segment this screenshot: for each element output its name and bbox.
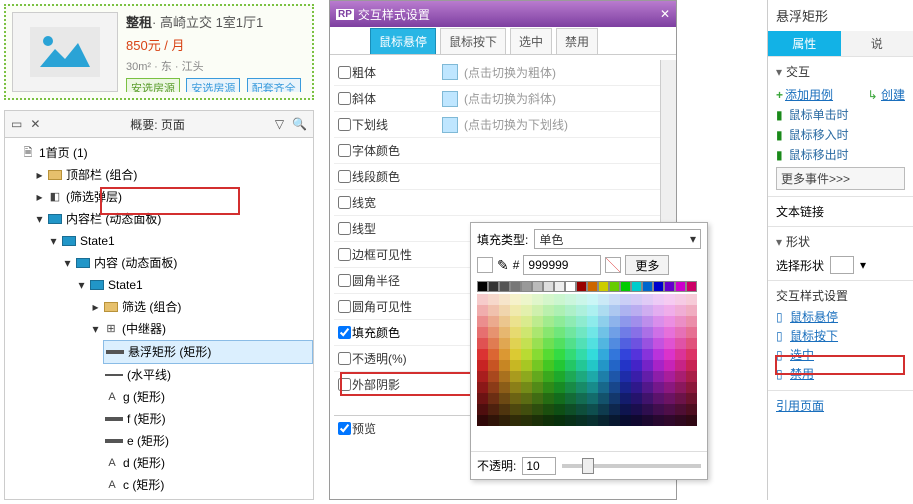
dialog-title: 交互样式设置 [358, 6, 430, 23]
chk-linecolor[interactable] [338, 170, 351, 183]
tree-state1a[interactable]: ▾State1 [47, 230, 313, 252]
listing-subtitle: 30m² · 东 · 江头 [126, 58, 306, 74]
shape-dropdown[interactable] [830, 256, 854, 274]
tag-3: 配套齐全 [247, 78, 301, 92]
more-events-button[interactable]: 更多事件>>> [776, 167, 905, 190]
tab-hover[interactable]: 鼠标悬停 [370, 28, 436, 54]
inspector-panel: 悬浮矩形 属性 说 ▾交互 +添加用例 ↳ 创建 ▮鼠标单击时 ▮鼠标移入时 ▮… [767, 0, 913, 500]
color-swatches[interactable] [471, 281, 707, 426]
dialog-tabs: 鼠标悬停 鼠标按下 选中 禁用 [330, 27, 676, 55]
event-mouseenter[interactable]: ▮鼠标移入时 [776, 126, 905, 143]
tree-state1b[interactable]: ▾State1 [75, 274, 313, 296]
opacity-slider[interactable] [562, 464, 701, 468]
select-shape-label: 选择形状 [776, 257, 824, 274]
more-colors-button[interactable]: 更多 [625, 255, 669, 275]
hex-input[interactable] [523, 255, 601, 275]
section-textlink: 文本链接 [776, 205, 824, 219]
chk-fontcolor[interactable] [338, 144, 351, 157]
intstyle-hover[interactable]: ▯鼠标悬停 [776, 308, 905, 325]
redbox-tree-highlight [100, 187, 240, 215]
tree-hline[interactable]: (水平线) [103, 364, 313, 386]
section-interact: 交互 [786, 63, 810, 80]
listing-price: 850元 / 月 [126, 35, 306, 54]
outline-close-icon[interactable]: ✕ [30, 117, 40, 131]
thumbnail [12, 12, 118, 92]
chk-linestyle[interactable] [338, 222, 351, 235]
close-icon[interactable]: ✕ [660, 7, 670, 21]
chk-bold[interactable] [338, 66, 351, 79]
tree-c[interactable]: Ac (矩形) [103, 474, 313, 496]
section-shape: 形状 [786, 233, 810, 250]
chk-underline[interactable] [338, 118, 351, 131]
add-case-link[interactable]: 添加用例 [785, 88, 833, 102]
tab-mousedown[interactable]: 鼠标按下 [440, 28, 506, 54]
tree-homepage[interactable]: 🗎1首页 (1) [19, 142, 313, 164]
intstyle-down[interactable]: ▯鼠标按下 [776, 327, 905, 344]
fill-type-label: 填充类型: [477, 231, 528, 248]
dialog-titlebar[interactable]: RP 交互样式设置 ✕ [330, 1, 676, 27]
app-logo-icon: RP [336, 9, 354, 20]
fill-type-select[interactable]: 单色▾ [534, 229, 701, 249]
outline-collapse-icon[interactable]: ▭ [11, 117, 22, 131]
tag-2: 安选房源 [186, 78, 240, 92]
tree-b[interactable]: Ab (矩形) [103, 496, 313, 500]
tree-content-dyn[interactable]: ▾内容 (动态面板) [61, 252, 313, 274]
hex-hash: # [513, 258, 520, 272]
section-intstyle: 交互样式设置 [776, 287, 905, 304]
redbox-hover-highlight [775, 355, 905, 375]
event-mouseleave[interactable]: ▮鼠标移出时 [776, 146, 905, 163]
redbox-fill-highlight [340, 372, 480, 396]
chk-italic[interactable] [338, 92, 351, 105]
chk-fill[interactable] [338, 326, 351, 339]
listing-card: 整租· 高崎立交 1室1厅1 850元 / 月 30m² · 东 · 江头 安选… [4, 4, 314, 100]
tree-f[interactable]: f (矩形) [103, 408, 313, 430]
listing-title: 整租· 高崎立交 1室1厅1 [126, 12, 306, 31]
chk-preview[interactable] [338, 422, 351, 435]
search-icon[interactable]: 🔍 [292, 117, 307, 131]
diag-icon[interactable] [605, 257, 621, 273]
tree-hover-shape[interactable]: 悬浮矩形 (矩形) [103, 340, 313, 364]
eyedropper-icon[interactable]: ✎ [497, 257, 509, 274]
chk-radius[interactable] [338, 274, 351, 287]
opacity-input[interactable] [522, 457, 556, 475]
tab-selected[interactable]: 选中 [510, 28, 552, 54]
opacity-label: 不透明: [477, 457, 516, 474]
no-fill-icon[interactable] [477, 257, 493, 273]
tree-repeater[interactable]: ▾⊞(中继器) [89, 318, 313, 340]
ref-page-link[interactable]: 引用页面 [776, 399, 824, 413]
tag-1: 安选房源 [126, 78, 180, 92]
inspector-tab-notes[interactable]: 说 [841, 31, 913, 56]
chevron-down-icon: ▾ [690, 232, 696, 246]
chk-opacity[interactable] [338, 352, 351, 365]
filter-icon[interactable]: ▽ [275, 117, 284, 131]
chevron-down-icon: ▾ [860, 258, 866, 272]
tab-disabled[interactable]: 禁用 [556, 28, 598, 54]
inspector-title: 悬浮矩形 [768, 0, 913, 31]
create-link[interactable]: 创建 [881, 88, 905, 102]
tree-filter-group[interactable]: ▸筛选 (组合) [89, 296, 313, 318]
outline-title: 概要: 页面 [40, 116, 274, 133]
tree-g[interactable]: Ag (矩形) [103, 386, 313, 408]
chk-linewidth[interactable] [338, 196, 351, 209]
outline-header: ▭ ✕ 概要: 页面 ▽ 🔍 [4, 110, 314, 138]
event-click[interactable]: ▮鼠标单击时 [776, 106, 905, 123]
tree-d[interactable]: Ad (矩形) [103, 452, 313, 474]
chk-radiusvis[interactable] [338, 300, 351, 313]
tree-e[interactable]: e (矩形) [103, 430, 313, 452]
color-picker: 填充类型: 单色▾ ✎ # 更多 不透明: [470, 222, 708, 480]
inspector-tab-props[interactable]: 属性 [768, 31, 841, 56]
chk-bordervis[interactable] [338, 248, 351, 261]
tree-top-group[interactable]: ▸顶部栏 (组合) [33, 164, 313, 186]
